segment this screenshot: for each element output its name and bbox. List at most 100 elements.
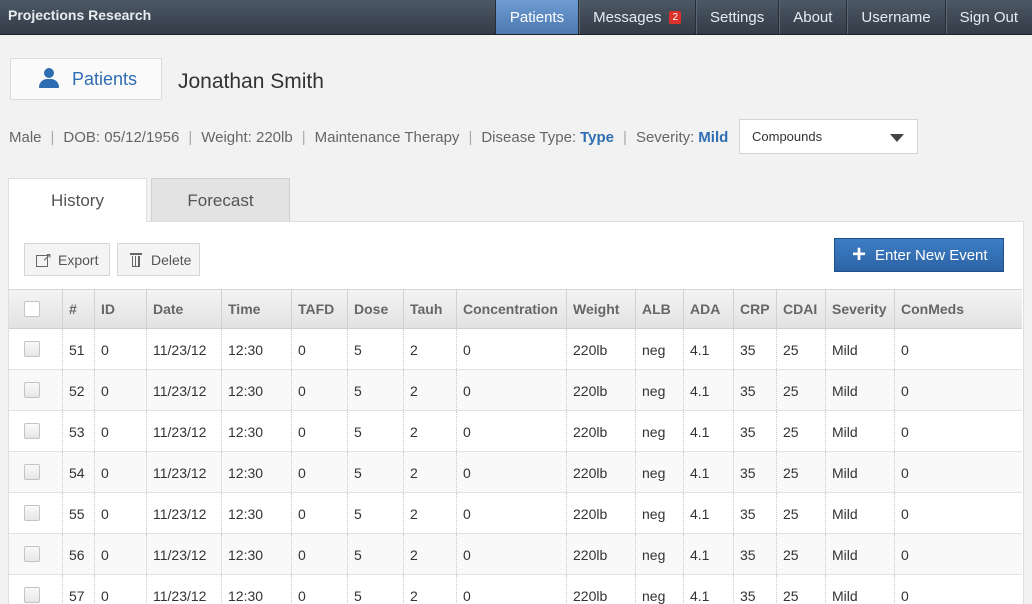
- table-cell: 35: [734, 534, 777, 574]
- table-cell: 0: [292, 575, 348, 604]
- table-cell: 2: [404, 534, 457, 574]
- chevron-down-icon: [890, 134, 904, 142]
- table-cell: 25: [777, 411, 826, 451]
- severity-label: Severity:: [635, 129, 695, 146]
- export-button[interactable]: ↗ Export: [24, 243, 110, 276]
- column-header[interactable]: CDAI: [777, 290, 826, 329]
- table-cell: 35: [734, 329, 777, 369]
- table-cell: 11/23/12: [147, 329, 222, 369]
- column-header[interactable]: ConMeds: [895, 290, 1022, 329]
- row-checkbox[interactable]: [24, 587, 40, 603]
- row-select-cell: [9, 411, 63, 451]
- table-cell: 2: [404, 452, 457, 492]
- column-header[interactable]: Dose: [348, 290, 404, 329]
- column-header[interactable]: TAFD: [292, 290, 348, 329]
- nav-item-label: Messages: [593, 8, 662, 26]
- divider: |: [623, 129, 627, 146]
- row-checkbox[interactable]: [24, 341, 40, 357]
- back-to-patients-button[interactable]: Patients: [10, 58, 162, 100]
- nav-item-patients[interactable]: Patients: [494, 0, 579, 34]
- column-header[interactable]: Concentration: [457, 290, 567, 329]
- column-header[interactable]: ALB: [636, 290, 684, 329]
- table-cell: 0: [901, 424, 909, 440]
- row-select-cell: [9, 452, 63, 492]
- table-cell: 11/23/12: [147, 452, 222, 492]
- tab-history[interactable]: History: [8, 178, 147, 222]
- column-header[interactable]: Date: [147, 290, 222, 329]
- back-button-label: Patients: [72, 68, 138, 89]
- table-row[interactable]: 53 0 11/23/12 12:30 0 5 2 0 220lb neg 4.1 35 25 Mild 0: [9, 411, 1022, 452]
- nav-item-label: Settings: [710, 8, 765, 26]
- table-cell: 35: [734, 575, 777, 604]
- table-cell: 2: [404, 411, 457, 451]
- table-row[interactable]: 57 0 11/23/12 12:30 0 5 2 0 220lb neg 4.1 35 25 Mild 0: [9, 575, 1022, 604]
- table-cell: 11/23/12: [147, 411, 222, 451]
- table-row[interactable]: 51 0 11/23/12 12:30 0 5 2 0 220lb neg 4.1 35 25 Mild 0: [9, 329, 1022, 370]
- column-header[interactable]: Severity: [826, 290, 895, 329]
- table-cell: 5: [348, 575, 404, 604]
- table-cell: 11/23/12: [147, 493, 222, 533]
- table-cell: 12:30: [222, 370, 292, 410]
- table-cell: 12:30: [222, 329, 292, 369]
- table-cell: 4.1: [684, 411, 734, 451]
- table-cell: 35: [734, 411, 777, 451]
- table-cell: Mild: [826, 534, 895, 574]
- table-cell: 5: [348, 329, 404, 369]
- table-cell: 55: [63, 493, 95, 533]
- column-header[interactable]: #: [63, 290, 95, 329]
- row-checkbox[interactable]: [24, 464, 40, 480]
- table-cell: 0: [457, 575, 567, 604]
- nav-item-settings[interactable]: Settings: [695, 0, 778, 34]
- row-select-cell: [9, 329, 63, 369]
- row-select-cell: [9, 575, 63, 604]
- table-row[interactable]: 54 0 11/23/12 12:30 0 5 2 0 220lb neg 4.1 35 25 Mild 0: [9, 452, 1022, 493]
- nav-item-username[interactable]: Username: [846, 0, 944, 34]
- select-all-checkbox[interactable]: [24, 301, 40, 317]
- column-header[interactable]: Weight: [567, 290, 636, 329]
- patient-gender: Male: [9, 129, 42, 146]
- nav-item-sign-out[interactable]: Sign Out: [944, 0, 1032, 34]
- row-select-cell: [9, 370, 63, 410]
- nav-item-about[interactable]: About: [778, 0, 846, 34]
- table-cell: 0: [292, 329, 348, 369]
- table-cell: 0: [292, 452, 348, 492]
- table-cell: 0: [901, 383, 909, 399]
- table-row[interactable]: 56 0 11/23/12 12:30 0 5 2 0 220lb neg 4.1 35 25 Mild 0: [9, 534, 1022, 575]
- table-cell: neg: [636, 452, 684, 492]
- patient-info-bar: Male | DOB: 05/12/1956 | Weight: 220lb |…: [9, 129, 728, 146]
- enter-new-event-button[interactable]: + Enter New Event: [834, 238, 1004, 272]
- row-checkbox[interactable]: [24, 546, 40, 562]
- column-header[interactable]: ID: [95, 290, 147, 329]
- table-cell: 56: [63, 534, 95, 574]
- row-checkbox[interactable]: [24, 423, 40, 439]
- table-cell: 57: [63, 575, 95, 604]
- table-cell: 0: [901, 465, 909, 481]
- table-cell: 0: [457, 493, 567, 533]
- table-cell: 0: [457, 411, 567, 451]
- table-cell: 51: [63, 329, 95, 369]
- table-row[interactable]: 55 0 11/23/12 12:30 0 5 2 0 220lb neg 4.1 35 25 Mild 0: [9, 493, 1022, 534]
- export-label: Export: [58, 251, 99, 268]
- compounds-select[interactable]: Compounds: [739, 119, 918, 154]
- table-cell: 0: [457, 534, 567, 574]
- nav-item-messages[interactable]: Messages 2: [578, 0, 695, 34]
- tab-forecast[interactable]: Forecast: [151, 178, 290, 221]
- row-checkbox[interactable]: [24, 505, 40, 521]
- table-cell: 0: [901, 588, 909, 604]
- column-header[interactable]: Tauh: [404, 290, 457, 329]
- row-checkbox[interactable]: [24, 382, 40, 398]
- select-all-cell: [9, 290, 63, 329]
- table-cell: Mild: [826, 575, 895, 604]
- divider: |: [468, 129, 473, 146]
- table-cell: 25: [777, 575, 826, 604]
- column-header[interactable]: ADA: [684, 290, 734, 329]
- table-row[interactable]: 52 0 11/23/12 12:30 0 5 2 0 220lb neg 4.1 35 25 Mild 0: [9, 370, 1022, 411]
- column-header[interactable]: Time: [222, 290, 292, 329]
- table-cell: 2: [404, 329, 457, 369]
- table-cell: 11/23/12: [147, 575, 222, 604]
- column-header[interactable]: CRP: [734, 290, 777, 329]
- table-cell: 35: [734, 493, 777, 533]
- delete-button[interactable]: Delete: [117, 243, 200, 276]
- new-event-label: Enter New Event: [875, 246, 988, 264]
- patient-weight: Weight: 220lb: [201, 129, 293, 146]
